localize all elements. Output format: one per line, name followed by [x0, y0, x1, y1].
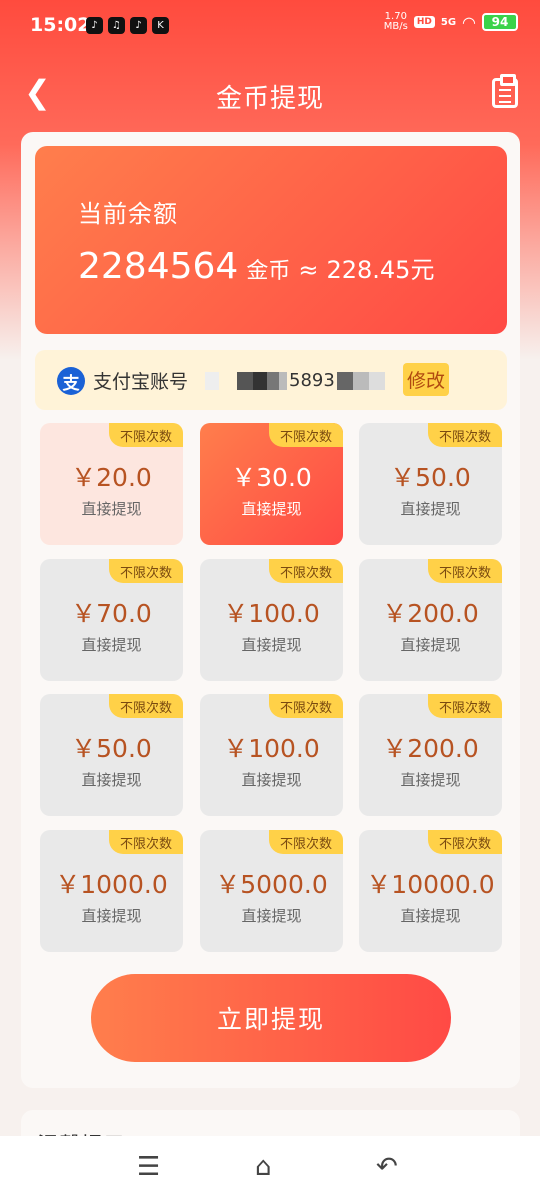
amount-option[interactable]: 不限次数 ￥5000.0 直接提现 — [200, 830, 343, 952]
hd-icon: HD — [413, 16, 435, 28]
unlimited-badge: 不限次数 — [269, 423, 343, 447]
withdraw-now-button[interactable]: 立即提现 — [91, 974, 451, 1062]
amount-subtitle: 直接提现 — [400, 500, 461, 518]
signal-icon: 5G — [440, 16, 457, 28]
mask-block — [279, 371, 287, 390]
alipay-icon: 支 — [57, 367, 85, 395]
amount-option[interactable]: 不限次数 ￥10000.0 直接提现 — [359, 830, 502, 952]
money-equivalent: 228.45元 — [326, 256, 435, 284]
unlimited-badge: 不限次数 — [428, 694, 502, 718]
amount-option[interactable]: 不限次数 ￥1000.0 直接提现 — [40, 830, 183, 952]
amount-value: ￥100.0 — [223, 599, 320, 628]
status-bar: 15:02 ♪ ♫ ♪ K 1.70 MB/s HD 5G ◠ 94 — [0, 0, 540, 52]
amount-value: ￥10000.0 — [366, 870, 495, 899]
amount-subtitle: 直接提现 — [81, 907, 142, 925]
amount-option[interactable]: 不限次数 ￥100.0 直接提现 — [200, 559, 343, 681]
unlimited-badge: 不限次数 — [428, 830, 502, 854]
amount-option[interactable]: 不限次数 ￥70.0 直接提现 — [40, 559, 183, 681]
tiktok-app-icon-2: ♪ — [130, 17, 147, 34]
system-nav-bar: ☰ ⌂ ↶ — [0, 1136, 540, 1200]
status-time: 15:02 — [30, 14, 91, 36]
amount-option[interactable]: 不限次数 ￥100.0 直接提现 — [200, 694, 343, 816]
unlimited-badge: 不限次数 — [428, 559, 502, 583]
amount-value: ￥100.0 — [223, 734, 320, 763]
amount-subtitle: 直接提现 — [400, 636, 461, 654]
menu-icon[interactable]: ☰ — [137, 1152, 160, 1182]
amount-value: ￥70.0 — [71, 599, 152, 628]
amount-subtitle: 直接提现 — [81, 771, 142, 789]
amount-subtitle: 直接提现 — [400, 771, 461, 789]
alipay-account-bar: 支 支付宝账号 5893 修改 — [35, 350, 507, 410]
amount-subtitle: 直接提现 — [241, 907, 302, 925]
amount-subtitle: 直接提现 — [241, 771, 302, 789]
unlimited-badge: 不限次数 — [109, 694, 183, 718]
page-title: 金币提现 — [215, 84, 324, 114]
unlimited-badge: 不限次数 — [109, 830, 183, 854]
amount-value: ￥200.0 — [382, 734, 479, 763]
unlimited-badge: 不限次数 — [269, 830, 343, 854]
tiktok-app-icon: ♪ — [86, 17, 103, 34]
unlimited-badge: 不限次数 — [269, 559, 343, 583]
amount-value: ￥50.0 — [390, 463, 471, 492]
amount-subtitle: 直接提现 — [241, 500, 302, 518]
mask-block — [205, 371, 219, 390]
unlimited-badge: 不限次数 — [109, 559, 183, 583]
unlimited-badge: 不限次数 — [428, 423, 502, 447]
back-icon[interactable]: ↶ — [376, 1152, 398, 1182]
unlimited-badge: 不限次数 — [269, 694, 343, 718]
status-app-icons: ♪ ♫ ♪ K — [86, 17, 169, 34]
k-app-icon: K — [152, 17, 169, 34]
home-icon[interactable]: ⌂ — [255, 1152, 272, 1182]
amount-option[interactable]: 不限次数 ￥20.0 直接提现 — [40, 423, 183, 545]
coin-unit: 金币 — [246, 259, 291, 284]
music-app-icon: ♫ — [108, 17, 125, 34]
amount-subtitle: 直接提现 — [81, 500, 142, 518]
masked-account-number: 5893 — [205, 370, 385, 391]
amount-option[interactable]: 不限次数 ￥50.0 直接提现 — [359, 423, 502, 545]
edit-account-button[interactable]: 修改 — [403, 363, 450, 396]
amount-option-selected[interactable]: 不限次数 ￥30.0 直接提现 — [200, 423, 343, 545]
approx-sign: ≈ — [298, 256, 319, 284]
amount-option[interactable]: 不限次数 ￥50.0 直接提现 — [40, 694, 183, 816]
mask-block — [336, 371, 353, 390]
coin-balance: 2284564 — [78, 246, 239, 287]
mask-block — [253, 371, 267, 390]
mask-block — [352, 371, 369, 390]
account-digits: 5893 — [289, 370, 335, 391]
status-indicators: 1.70 MB/s HD 5G ◠ 94 — [384, 12, 518, 32]
balance-panel: 当前余额 2284564 金币 ≈ 228.45元 — [35, 146, 507, 334]
page-header: ❮ 金币提现 — [0, 64, 540, 124]
amount-subtitle: 直接提现 — [241, 636, 302, 654]
amount-value: ￥200.0 — [382, 599, 479, 628]
amount-subtitle: 直接提现 — [400, 907, 461, 925]
amount-subtitle: 直接提现 — [81, 636, 142, 654]
clipboard-icon[interactable] — [492, 74, 518, 108]
amount-value: ￥20.0 — [71, 463, 152, 492]
amount-value: ￥1000.0 — [55, 870, 168, 899]
amount-option[interactable]: 不限次数 ￥200.0 直接提现 — [359, 559, 502, 681]
mask-block — [267, 371, 279, 390]
amount-value: ￥30.0 — [231, 463, 312, 492]
mask-block — [237, 371, 253, 390]
amount-option[interactable]: 不限次数 ￥200.0 直接提现 — [359, 694, 502, 816]
balance-label: 当前余额 — [78, 200, 178, 228]
network-speed: 1.70 MB/s — [383, 11, 408, 32]
amount-value: ￥50.0 — [71, 734, 152, 763]
battery-icon: 94 — [482, 13, 518, 31]
amount-value: ￥5000.0 — [215, 870, 328, 899]
balance-row: 2284564 金币 ≈ 228.45元 — [78, 246, 434, 287]
account-label: 支付宝账号 — [93, 371, 189, 393]
unlimited-badge: 不限次数 — [109, 423, 183, 447]
mask-block — [368, 371, 385, 390]
wifi-icon: ◠ — [462, 12, 476, 32]
withdraw-card: 当前余额 2284564 金币 ≈ 228.45元 支 支付宝账号 5893 修… — [21, 132, 520, 1088]
